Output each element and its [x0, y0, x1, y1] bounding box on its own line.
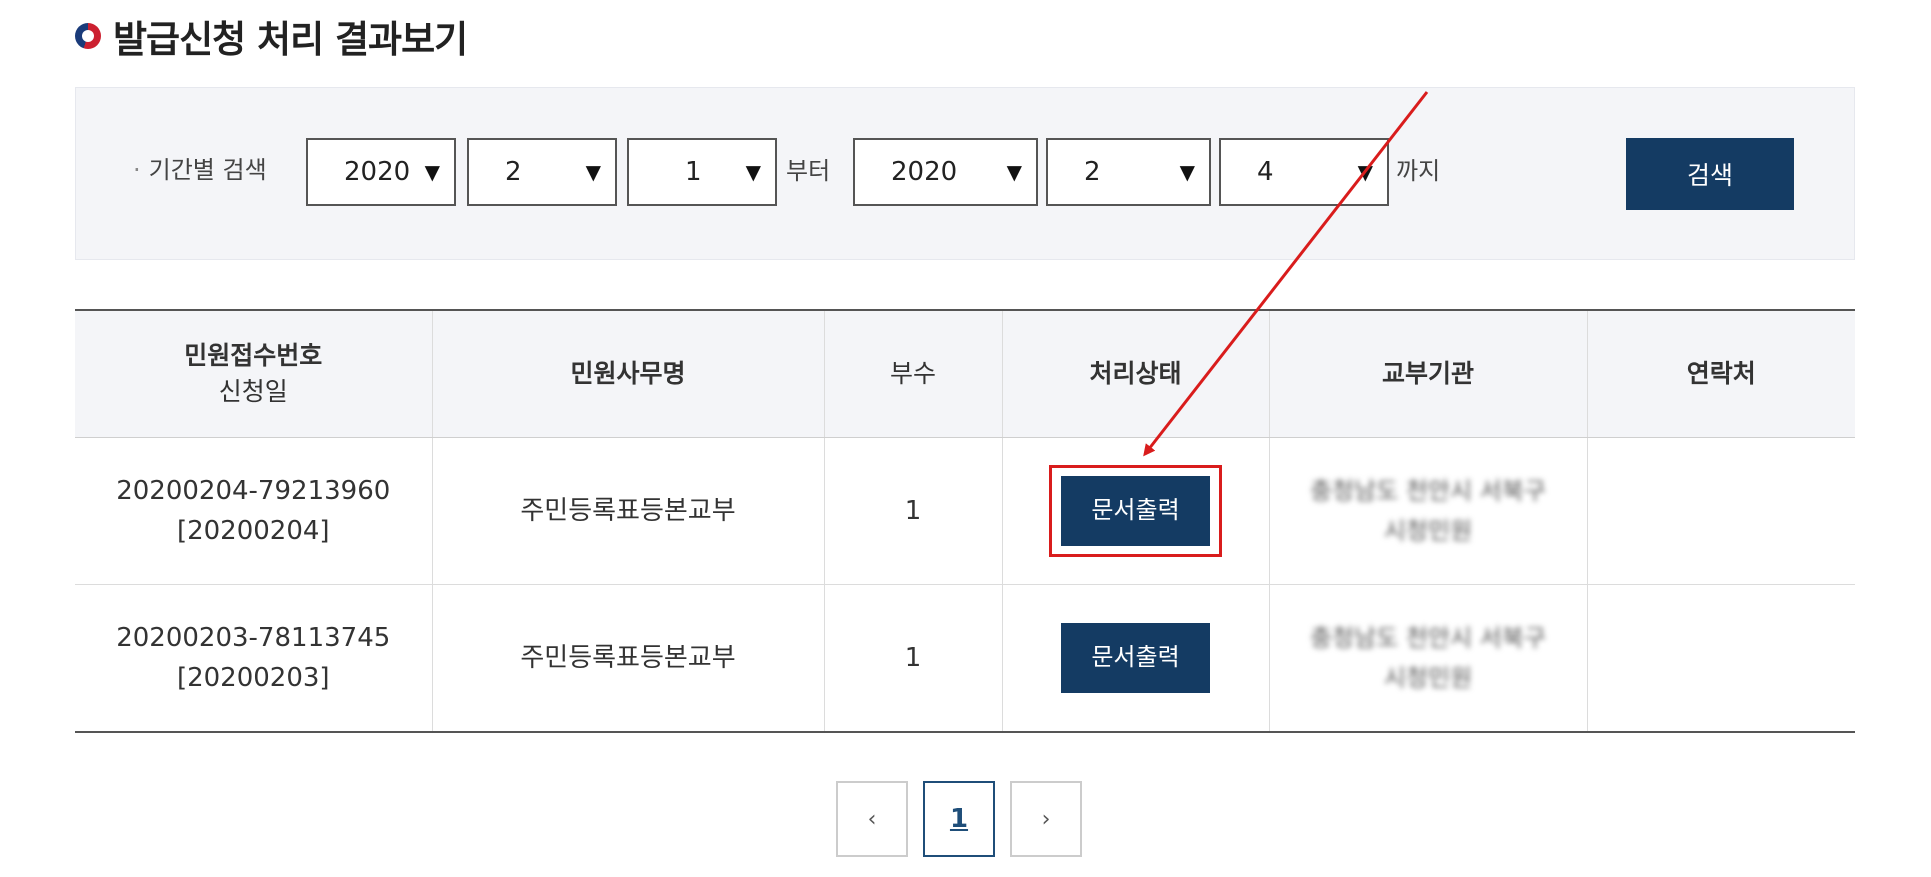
dropdown-arrow-icon: ▼	[424, 160, 440, 184]
highlight-box: 문서출력	[1049, 465, 1222, 557]
header-contact: 연락처	[1587, 310, 1855, 438]
header-status: 처리상태	[1002, 310, 1270, 438]
period-search-panel: · 기간별 검색 2020 ▼ 2 ▼ 1 ▼ 부터 2020 ▼ 2 ▼ 4 ▼…	[75, 87, 1855, 260]
header-service-name: 민원사무명	[432, 310, 825, 438]
table-row: 20200204-79213960 [20200204] 주민등록표등본교부 1…	[75, 437, 1855, 585]
print-document-button[interactable]: 문서출력	[1061, 623, 1210, 693]
table-header-row: 민원접수번호 신청일 민원사무명 부수 처리상태 교부기관 연락처	[75, 310, 1855, 438]
agency-blurred-text: 충청남도 천안시 서북구 시청민원	[1309, 477, 1547, 545]
circle-bullet-icon	[75, 23, 101, 49]
prev-page-button[interactable]: ‹	[836, 781, 908, 857]
dropdown-arrow-icon: ▼	[745, 160, 761, 184]
search-button[interactable]: 검색	[1626, 138, 1794, 210]
dropdown-arrow-icon: ▼	[1179, 160, 1195, 184]
bullet-dot-icon: ·	[133, 156, 141, 184]
receipt-cell: 20200203-78113745 [20200203]	[75, 584, 433, 732]
service-name-cell: 주민등록표등본교부	[432, 437, 825, 585]
receipt-cell: 20200204-79213960 [20200204]	[75, 437, 433, 585]
dropdown-arrow-icon: ▼	[1006, 160, 1022, 184]
service-name-cell: 주민등록표등본교부	[432, 584, 825, 732]
to-month-select[interactable]: 2 ▼	[1046, 138, 1211, 206]
agency-cell: 충청남도 천안시 서북구 시청민원	[1269, 584, 1588, 732]
page-title: 발급신청 처리 결과보기	[75, 6, 468, 66]
agency-cell: 충청남도 천안시 서북구 시청민원	[1269, 437, 1588, 585]
table-row: 20200203-78113745 [20200203] 주민등록표등본교부 1…	[75, 584, 1855, 733]
pagination: ‹ 1 ›	[836, 781, 1082, 857]
from-month-select[interactable]: 2 ▼	[467, 138, 617, 206]
next-page-button[interactable]: ›	[1010, 781, 1082, 857]
agency-blurred-text: 충청남도 천안시 서북구 시청민원	[1309, 624, 1547, 692]
from-year-select[interactable]: 2020 ▼	[306, 138, 456, 206]
to-day-select[interactable]: 4 ▼	[1219, 138, 1389, 206]
period-search-label: · 기간별 검색	[133, 156, 267, 184]
to-suffix: 까지	[1396, 157, 1441, 185]
copies-cell: 1	[824, 437, 1003, 585]
header-agency: 교부기관	[1269, 310, 1588, 438]
copies-cell: 1	[824, 584, 1003, 732]
results-table: 민원접수번호 신청일 민원사무명 부수 처리상태 교부기관 연락처 202002…	[75, 309, 1855, 733]
dropdown-arrow-icon: ▼	[585, 160, 601, 184]
status-cell: 문서출력	[1002, 584, 1270, 732]
contact-cell	[1587, 437, 1855, 585]
status-cell: 문서출력	[1002, 437, 1270, 585]
header-copies: 부수	[824, 310, 1003, 438]
print-document-button[interactable]: 문서출력	[1061, 476, 1210, 546]
contact-cell	[1587, 585, 1855, 733]
from-suffix: 부터	[786, 157, 831, 185]
page-1-button[interactable]: 1	[923, 781, 995, 857]
from-day-select[interactable]: 1 ▼	[627, 138, 777, 206]
page-title-text: 발급신청 처리 결과보기	[113, 18, 468, 61]
header-receipt-number: 민원접수번호 신청일	[75, 310, 433, 438]
dropdown-arrow-icon: ▼	[1357, 160, 1373, 184]
to-year-select[interactable]: 2020 ▼	[853, 138, 1038, 206]
